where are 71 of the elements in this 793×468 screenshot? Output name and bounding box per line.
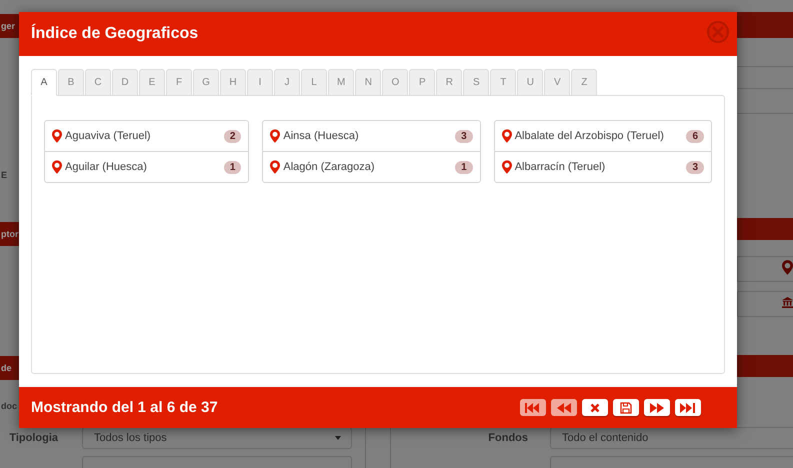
- place-item[interactable]: Albarracín (Teruel) 3: [494, 151, 711, 182]
- section-heading: de: [0, 356, 19, 380]
- count-badge: 2: [224, 130, 242, 142]
- letter-tab[interactable]: M: [328, 69, 354, 96]
- place-name: Albalate del Arzobispo (Teruel): [514, 130, 665, 142]
- last-button[interactable]: [675, 399, 701, 416]
- letter-tab[interactable]: Z: [571, 69, 598, 96]
- letter-tab[interactable]: U: [517, 69, 544, 96]
- section-heading: doc: [0, 400, 18, 413]
- dialog-title: Índice de Geograficos: [31, 25, 198, 43]
- close-icon: [711, 25, 725, 39]
- location-pin-icon: [502, 160, 512, 174]
- place-item[interactable]: Alagón (Zaragoza) 1: [263, 151, 480, 182]
- letter-tab[interactable]: P: [409, 69, 436, 96]
- place-name: Alagón (Zaragoza): [283, 161, 376, 173]
- save-button[interactable]: [613, 399, 639, 416]
- cross-icon: [590, 402, 600, 412]
- letter-tab[interactable]: V: [544, 69, 570, 96]
- letter-tab[interactable]: E: [139, 69, 165, 96]
- letter-tab[interactable]: F: [166, 69, 192, 96]
- place-name: Aguilar (Huesca): [65, 161, 148, 173]
- section-header-bar: [737, 12, 793, 38]
- section-heading: ger: [0, 14, 19, 38]
- letter-tab[interactable]: T: [490, 69, 516, 96]
- letter-tab[interactable]: H: [220, 69, 246, 96]
- letter-tab[interactable]: O: [382, 69, 408, 96]
- filter-label: Tipologia: [8, 432, 59, 444]
- letter-tab[interactable]: B: [58, 69, 84, 96]
- place-name: Albarracín (Teruel): [514, 161, 606, 173]
- letter-tab[interactable]: G: [193, 69, 219, 96]
- letter-tab[interactable]: S: [463, 69, 490, 96]
- skip-first-icon: [525, 402, 541, 412]
- count-badge: 1: [455, 160, 473, 174]
- location-pin-icon: [270, 129, 280, 143]
- count-badge: 3: [455, 130, 473, 142]
- letter-tab[interactable]: A: [31, 69, 57, 96]
- section-heading: E: [0, 169, 8, 182]
- section-header-bar: [737, 218, 793, 240]
- skip-last-icon: [680, 402, 696, 412]
- location-pin-icon: [52, 160, 62, 174]
- location-pin-icon: [52, 129, 62, 143]
- section-header-bar: [737, 355, 793, 377]
- caret-icon: [335, 436, 341, 440]
- letter-tab[interactable]: I: [247, 69, 273, 96]
- place-item[interactable]: Albalate del Arzobispo (Teruel) 6: [494, 121, 711, 151]
- place-name: Aguaviva (Teruel): [65, 130, 152, 142]
- fast-forward-icon: [650, 402, 664, 412]
- location-pin-icon[interactable]: [782, 260, 793, 275]
- cancel-button[interactable]: [582, 399, 608, 416]
- bank-icon[interactable]: [782, 295, 793, 310]
- count-badge: 3: [686, 160, 704, 174]
- letter-tab[interactable]: L: [301, 69, 327, 96]
- place-item[interactable]: Aguilar (Huesca) 1: [45, 151, 248, 182]
- rewind-icon: [557, 402, 571, 412]
- letter-tab[interactable]: J: [274, 69, 300, 96]
- place-item[interactable]: Ainsa (Huesca) 3: [263, 121, 480, 151]
- place-item[interactable]: Aguaviva (Teruel) 2: [45, 121, 248, 151]
- letter-tab[interactable]: R: [436, 69, 462, 96]
- location-pin-icon: [270, 160, 280, 174]
- count-badge: 1: [224, 160, 242, 174]
- section-heading: ptor: [0, 222, 19, 246]
- letter-tab[interactable]: N: [355, 69, 382, 96]
- letter-tab[interactable]: C: [85, 69, 111, 96]
- filter-label: Fondos: [487, 432, 529, 444]
- next-button[interactable]: [644, 399, 670, 416]
- save-icon: [620, 402, 632, 414]
- results-summary: Mostrando del 1 al 6 de 37: [31, 399, 218, 416]
- place-name: Ainsa (Huesca): [283, 130, 360, 142]
- letter-tab[interactable]: D: [112, 69, 138, 96]
- location-pin-icon: [502, 129, 512, 143]
- count-badge: 6: [686, 130, 704, 142]
